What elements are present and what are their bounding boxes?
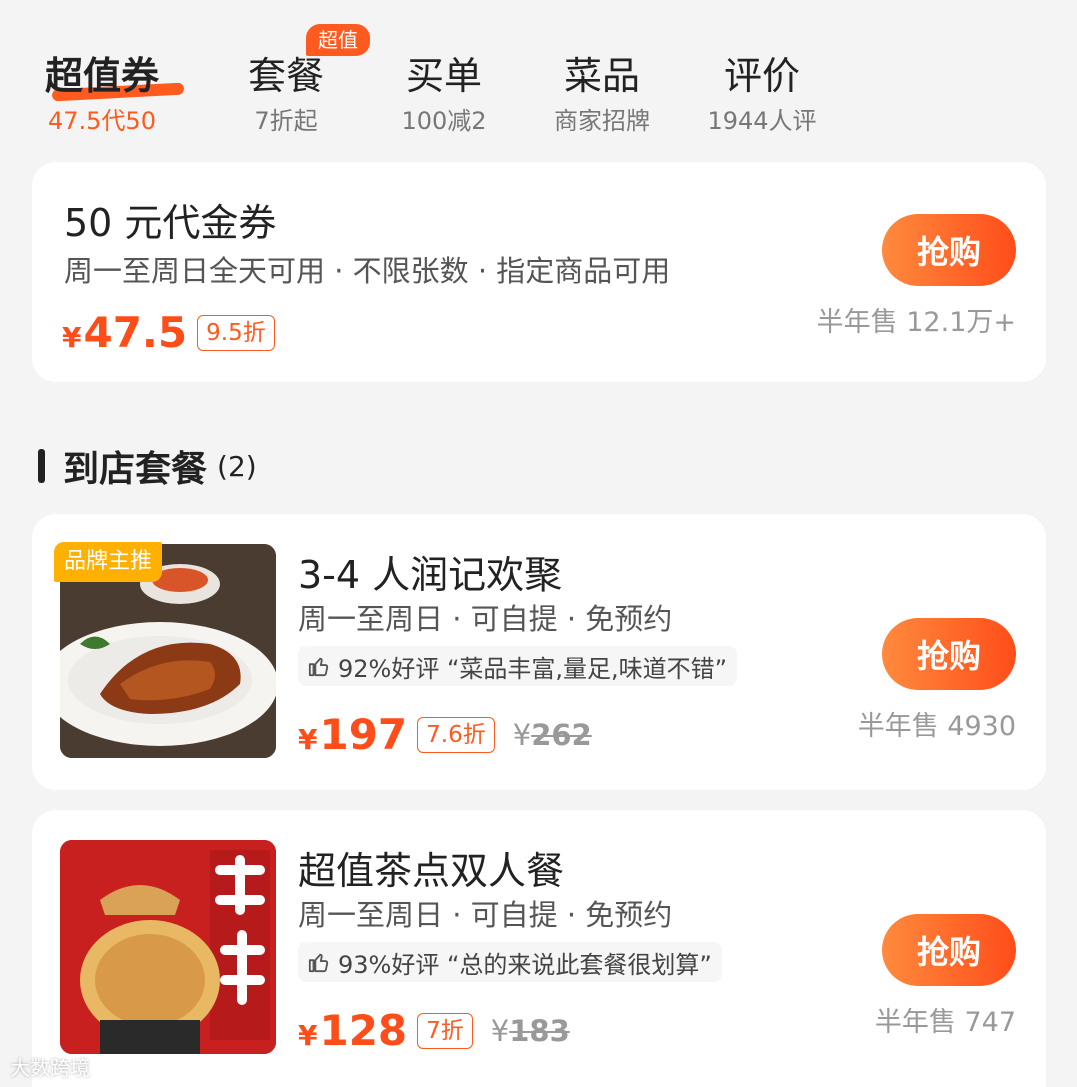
tab-sub: 商家招牌 — [554, 107, 650, 135]
tab-voucher[interactable]: 超值券 47.5代50 — [12, 50, 192, 138]
tab-sub: 100减2 — [401, 107, 487, 135]
tab-sub: 47.5代50 — [48, 107, 156, 135]
currency-symbol: ¥ — [298, 723, 318, 756]
section-count: (2) — [217, 449, 257, 483]
original-price-value: 183 — [509, 1013, 570, 1048]
sales-count: 半年售 12.1万+ — [816, 307, 1016, 338]
review-snippet: 93%好评 “总的来说此套餐很划算” — [298, 942, 722, 982]
section-title: 到店套餐 — [63, 449, 208, 490]
package-card[interactable]: 品牌主推 3-4 人润记欢聚 周一至周日 · 可自提 · 免预约 92%好评 “… — [32, 514, 1046, 790]
price-value: 197 — [319, 710, 408, 759]
tab-label: 菜品 — [563, 54, 640, 98]
tab-pay-bill[interactable]: 买单 100减2 — [354, 50, 534, 138]
tea-snack-image — [60, 840, 276, 1054]
currency-symbol: ¥ — [298, 1019, 318, 1052]
discount-badge: 7.6折 — [417, 716, 495, 753]
discount-badge: 9.5折 — [197, 314, 275, 351]
watermark: 大数跨境 — [10, 1056, 90, 1080]
tab-sub: 7折起 — [254, 107, 318, 135]
original-currency: ¥ — [512, 717, 532, 752]
price: ¥128 — [298, 1006, 407, 1055]
discount-badge: 7折 — [417, 1012, 473, 1049]
tab-label: 套餐 — [247, 54, 324, 98]
voucher-card[interactable]: 50 元代金券 周一至周日全天可用 · 不限张数 · 指定商品可用 ¥47.5 … — [32, 162, 1046, 382]
tab-sub: 1944人评 — [707, 107, 817, 135]
review-snippet: 92%好评 “菜品丰富,量足,味道不错” — [298, 646, 738, 686]
voucher-title: 50 元代金券 — [64, 201, 277, 245]
review-text: 93%好评 “总的来说此套餐很划算” — [338, 950, 712, 979]
tab-label: 超值券 — [44, 54, 159, 98]
original-currency: ¥ — [490, 1013, 510, 1048]
tab-package[interactable]: 套餐 7折起 — [196, 50, 376, 138]
section-header: 到店套餐 (2) — [38, 440, 257, 492]
buy-button[interactable]: 抢购 — [882, 914, 1016, 986]
price-row: ¥197 7.6折 ¥262 — [298, 710, 592, 759]
package-title: 超值茶点双人餐 — [298, 849, 565, 893]
tab-reviews[interactable]: 评价 1944人评 — [672, 50, 852, 138]
currency-symbol: ¥ — [62, 321, 82, 354]
package-desc: 周一至周日 · 可自提 · 免预约 — [298, 602, 673, 636]
price: ¥47.5 — [62, 308, 187, 357]
thumbs-up-icon — [308, 953, 329, 973]
review-text: 92%好评 “菜品丰富,量足,味道不错” — [338, 654, 728, 683]
price-row: ¥128 7折 ¥183 — [298, 1006, 570, 1055]
tab-bar: 超值券 47.5代50 套餐 7折起 超值 买单 100减2 菜品 商家招牌 评… — [0, 0, 1077, 150]
buy-button[interactable]: 抢购 — [882, 214, 1016, 286]
package-card[interactable]: 超值茶点双人餐 周一至周日 · 可自提 · 免预约 93%好评 “总的来说此套餐… — [32, 810, 1046, 1087]
price-value: 128 — [319, 1006, 408, 1055]
sales-count: 半年售 747 — [874, 1007, 1016, 1038]
original-price: ¥262 — [513, 718, 592, 752]
price-row: ¥47.5 9.5折 — [62, 308, 275, 357]
package-desc: 周一至周日 · 可自提 · 免预约 — [298, 898, 673, 932]
brand-recommend-tag: 品牌主推 — [54, 542, 163, 582]
original-price: ¥183 — [491, 1014, 570, 1048]
price-value: 47.5 — [83, 308, 188, 357]
original-price-value: 262 — [531, 717, 592, 752]
thumbs-up-icon — [308, 657, 329, 677]
voucher-desc: 周一至周日全天可用 · 不限张数 · 指定商品可用 — [64, 254, 671, 288]
package-title: 3-4 人润记欢聚 — [298, 553, 563, 597]
package-image — [60, 840, 276, 1054]
price: ¥197 — [298, 710, 407, 759]
tab-label: 评价 — [723, 54, 800, 98]
tab-label: 买单 — [405, 54, 482, 98]
sales-count: 半年售 4930 — [857, 711, 1016, 742]
buy-button[interactable]: 抢购 — [882, 618, 1016, 690]
section-bar — [38, 449, 45, 483]
tab-dishes[interactable]: 菜品 商家招牌 — [512, 50, 692, 138]
